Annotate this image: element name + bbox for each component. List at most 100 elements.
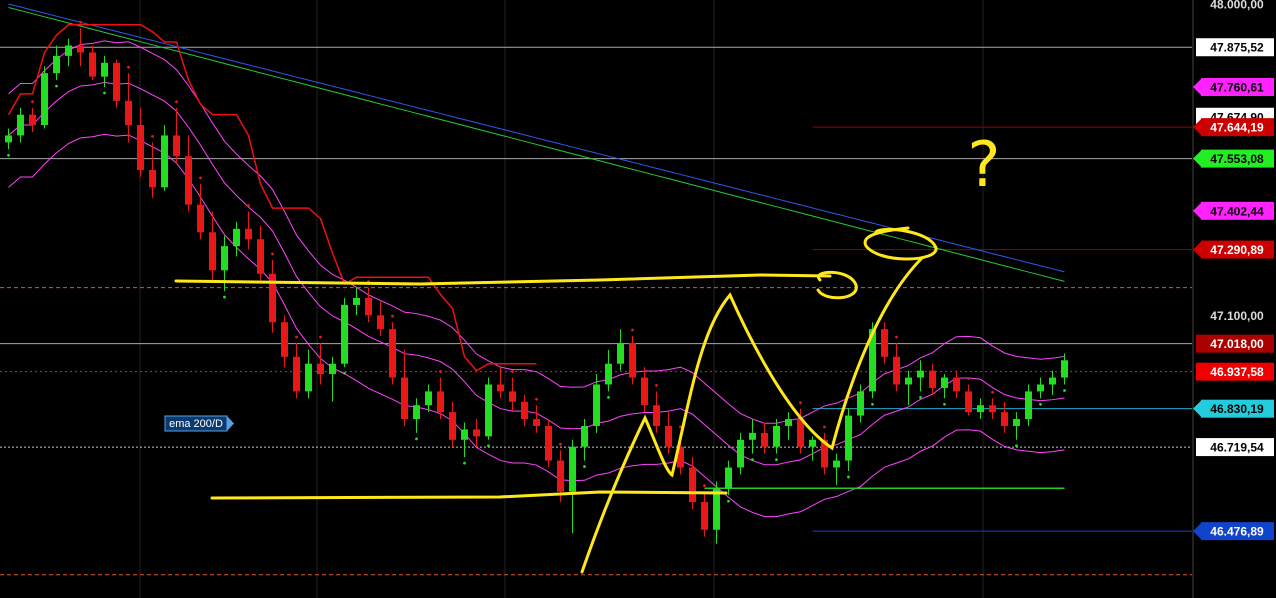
price-label: 47.644,19: [1193, 118, 1274, 137]
candle: [305, 349, 312, 399]
psar-dot: [199, 176, 202, 180]
price-label-text: 47.760,61: [1210, 81, 1264, 95]
candle-body: [77, 45, 84, 53]
candle-body: [557, 460, 564, 492]
price-label: 47.402,44: [1193, 201, 1274, 220]
candle-body: [89, 52, 96, 77]
candle: [701, 491, 708, 537]
candle: [341, 298, 348, 368]
price-axis[interactable]: 48.000,0047.875,5247.760,6147.674,9047.6…: [1193, 0, 1274, 541]
psar-dot: [919, 395, 922, 399]
candle: [449, 401, 456, 447]
candle-body: [845, 415, 852, 461]
psar-dot: [775, 458, 778, 462]
price-label: 47.018,00: [1196, 334, 1274, 353]
candle: [665, 412, 672, 454]
price-label-arrow: [1193, 523, 1201, 540]
price-label: 46.719,54: [1196, 438, 1274, 457]
candle-body: [125, 100, 132, 126]
candle-body: [197, 204, 204, 233]
candle-body: [1037, 384, 1044, 392]
candle: [485, 377, 492, 440]
candle: [917, 360, 924, 392]
candle-body: [29, 114, 36, 126]
candle-body: [569, 446, 576, 492]
candle: [185, 135, 192, 212]
candle-body: [905, 377, 912, 385]
candle: [1013, 412, 1020, 440]
price-label-text: 47.553,08: [1210, 152, 1264, 166]
candle: [545, 419, 552, 468]
candle-body: [377, 315, 384, 330]
candle: [401, 349, 408, 426]
psar-dot: [7, 153, 10, 157]
candle-body: [605, 363, 612, 385]
candle-body: [305, 363, 312, 392]
psar-dot: [487, 444, 490, 448]
psar-dot: [871, 402, 874, 406]
psar-dot: [847, 475, 850, 479]
candle: [17, 107, 24, 143]
candle-body: [641, 377, 648, 406]
trading-chart[interactable]: 48.000,0047.875,5247.760,6147.674,9047.6…: [0, 0, 1276, 598]
candle: [893, 342, 900, 392]
candle-body: [689, 467, 696, 503]
candle-body: [881, 329, 888, 357]
psar-dot: [463, 461, 466, 465]
price-label-text: 46.719,54: [1210, 441, 1264, 455]
candle: [317, 342, 324, 385]
candle: [257, 225, 264, 281]
candle-body: [965, 391, 972, 413]
candle-body: [65, 45, 72, 56]
candle-body: [185, 156, 192, 205]
candle-body: [929, 370, 936, 388]
price-label-text: 46.937,58: [1210, 365, 1264, 379]
candle-body: [581, 425, 588, 447]
price-label-text: 47.018,00: [1210, 337, 1264, 351]
psar-dot: [103, 91, 106, 95]
candle: [473, 419, 480, 447]
candles-layer: [5, 28, 1068, 544]
candle: [197, 183, 204, 240]
psar-dot: [271, 252, 274, 256]
psar-dot: [655, 383, 658, 387]
price-label: 46.937,58: [1196, 362, 1274, 381]
candle-body: [893, 356, 900, 385]
candle: [29, 107, 36, 132]
candle-body: [1013, 419, 1020, 426]
psar-dot: [559, 442, 562, 446]
candle-body: [617, 342, 624, 364]
candle: [725, 460, 732, 496]
candle-body: [437, 391, 444, 413]
candle-body: [245, 228, 252, 240]
candle: [953, 370, 960, 399]
candle-body: [533, 419, 540, 426]
price-label: 46.830,19: [1193, 399, 1274, 418]
candle-body: [497, 384, 504, 392]
psar-dot: [79, 20, 82, 24]
psar-dot: [799, 401, 802, 405]
candle: [65, 38, 72, 67]
candle-body: [413, 405, 420, 420]
psar-dot: [223, 295, 226, 299]
candle-body: [293, 356, 300, 392]
price-label: 46.476,89: [1193, 522, 1274, 541]
candle-body: [389, 329, 396, 378]
candle: [761, 422, 768, 454]
psar-dot: [127, 65, 130, 69]
candle: [209, 211, 216, 281]
candle-body: [593, 384, 600, 426]
candle: [293, 342, 300, 399]
psar-dot: [535, 397, 538, 401]
candle-body: [953, 377, 960, 392]
candle-body: [977, 405, 984, 413]
candle: [5, 128, 12, 150]
candle: [1049, 370, 1056, 395]
candle-body: [1025, 391, 1032, 420]
candle: [533, 405, 540, 433]
price-label-text: 47.402,44: [1210, 204, 1264, 218]
candle: [617, 329, 624, 371]
price-label: 47.290,89: [1193, 240, 1274, 259]
psar-dot: [55, 84, 58, 88]
price-label: 47.100,00: [1210, 309, 1264, 323]
